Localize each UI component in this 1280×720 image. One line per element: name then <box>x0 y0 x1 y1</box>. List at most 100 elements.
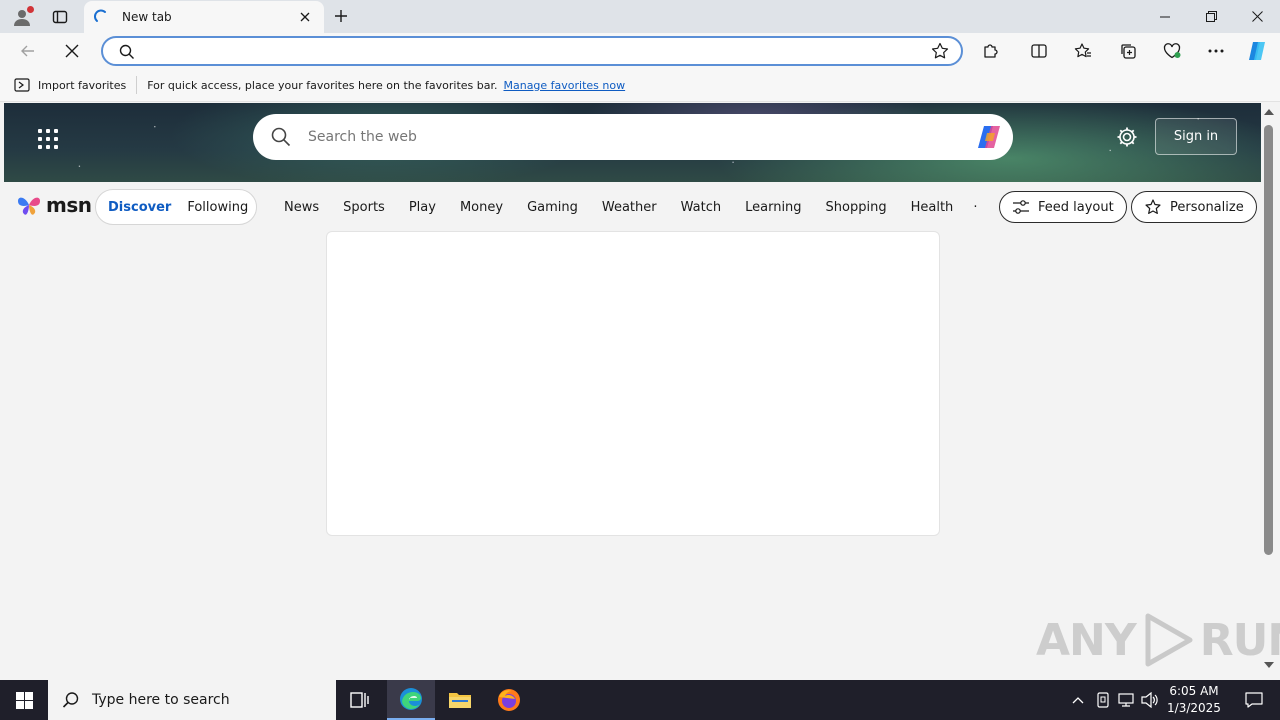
nav-link-learning[interactable]: Learning <box>745 200 801 215</box>
feed-layout-button[interactable]: Feed layout <box>999 191 1127 223</box>
split-screen-button[interactable] <box>1025 37 1053 65</box>
favorites-button[interactable] <box>1069 37 1097 65</box>
favorites-bar: Import favorites For quick access, place… <box>0 69 1280 102</box>
taskbar-edge-app[interactable] <box>387 680 435 720</box>
nav-link-health[interactable]: Health <box>911 200 954 215</box>
address-input[interactable] <box>143 42 923 60</box>
search-icon <box>62 692 79 708</box>
taskbar-clock[interactable]: 6:05 AM 1/3/2025 <box>1160 683 1228 717</box>
close-window-button[interactable] <box>1234 0 1280 33</box>
copilot-icon <box>1249 42 1265 60</box>
nav-link-shopping[interactable]: Shopping <box>826 200 887 215</box>
tab-actions-icon <box>52 10 68 24</box>
nav-link-watch[interactable]: Watch <box>681 200 721 215</box>
nav-link-sports[interactable]: Sports <box>343 200 385 215</box>
import-favorites-label: Import favorites <box>38 78 127 92</box>
web-search-box[interactable] <box>253 114 1013 160</box>
feed-layout-label: Feed layout <box>1038 199 1114 215</box>
windows-taskbar: Type here to search 6:05 AM 1/3/2025 <box>0 680 1280 720</box>
restore-icon <box>1205 11 1217 22</box>
tab-close-button[interactable] <box>296 8 314 26</box>
network-button[interactable] <box>1116 690 1136 710</box>
favorites-hint-text: For quick access, place your favorites h… <box>147 78 498 92</box>
favorite-star-icon[interactable] <box>931 42 949 60</box>
scroll-up-arrow[interactable] <box>1264 109 1274 115</box>
taskbar-file-explorer-app[interactable] <box>436 680 484 720</box>
action-center-button[interactable] <box>1234 680 1274 720</box>
back-button[interactable] <box>14 37 42 65</box>
nav-link-weather[interactable]: Weather <box>602 200 657 215</box>
search-icon <box>271 127 291 147</box>
sliders-icon <box>1013 200 1029 214</box>
clock-date: 1/3/2025 <box>1167 701 1221 715</box>
restore-button[interactable] <box>1188 0 1234 33</box>
show-hidden-icons-button[interactable] <box>1068 690 1088 710</box>
app-launcher-button[interactable] <box>34 125 62 153</box>
firefox-icon <box>498 689 520 711</box>
copilot-button[interactable] <box>1243 37 1271 65</box>
settings-and-more-button[interactable] <box>1202 37 1230 65</box>
device-icon <box>1097 692 1109 708</box>
nav-link-money[interactable]: Money <box>460 200 503 215</box>
folder-icon <box>449 693 471 708</box>
feed-content-card <box>326 231 940 536</box>
web-search-input[interactable] <box>308 127 948 147</box>
msn-logo-text: msn <box>46 193 92 217</box>
personalize-button[interactable]: Personalize <box>1131 191 1257 223</box>
sign-in-button[interactable]: Sign in <box>1155 118 1237 155</box>
split-screen-icon <box>1031 44 1047 58</box>
feed-pill-tabs: Discover Following <box>95 189 257 225</box>
msn-navigation: msn Discover Following News Sports Play … <box>4 182 1261 232</box>
address-bar[interactable] <box>101 36 963 66</box>
back-arrow-icon <box>21 45 34 57</box>
minimize-button[interactable] <box>1142 0 1188 33</box>
manage-favorites-link[interactable]: Manage favorites now <box>503 79 625 92</box>
new-tab-button[interactable] <box>330 4 352 28</box>
star-sparkle-icon <box>1145 199 1161 214</box>
nav-more[interactable]: · <box>973 200 977 215</box>
page-settings-button[interactable] <box>1114 124 1140 150</box>
close-icon <box>300 12 310 22</box>
tab-discover[interactable]: Discover <box>100 200 179 215</box>
stop-loading-button[interactable] <box>58 37 86 65</box>
plus-icon <box>335 10 347 22</box>
tray-device-button[interactable] <box>1093 690 1113 710</box>
close-icon <box>1251 11 1263 22</box>
msn-logo[interactable]: msn <box>16 192 92 218</box>
tab-following[interactable]: Following <box>179 200 256 215</box>
nav-link-play[interactable]: Play <box>409 200 436 215</box>
taskbar-search-box[interactable]: Type here to search <box>48 680 336 720</box>
taskbar-firefox-app[interactable] <box>485 680 533 720</box>
tab-actions-button[interactable] <box>46 4 74 30</box>
task-view-icon <box>350 692 369 708</box>
profile-button[interactable] <box>8 4 36 30</box>
task-view-button[interactable] <box>336 680 384 720</box>
hero-banner: Sign in <box>4 103 1261 182</box>
nav-link-news[interactable]: News <box>284 200 319 215</box>
notification-icon <box>1245 692 1263 708</box>
anyrun-watermark: ANY RUN <box>1036 610 1280 670</box>
nav-link-gaming[interactable]: Gaming <box>527 200 578 215</box>
tab-new-tab[interactable]: New tab <box>84 1 324 33</box>
network-icon <box>1118 693 1134 707</box>
search-icon <box>119 44 134 59</box>
volume-button[interactable] <box>1140 690 1160 710</box>
page-scrollbar[interactable] <box>1261 103 1276 676</box>
watermark-left-text: ANY <box>1036 614 1137 666</box>
browser-essentials-button[interactable] <box>1158 37 1186 65</box>
tab-strip: New tab <box>0 0 1280 33</box>
watermark-right-text: RUN <box>1199 614 1280 666</box>
import-favorites-icon <box>14 78 30 92</box>
start-button[interactable] <box>0 680 48 720</box>
copilot-icon[interactable] <box>975 123 1005 151</box>
scroll-thumb[interactable] <box>1264 125 1273 555</box>
import-favorites-button[interactable]: Import favorites <box>14 76 138 94</box>
msn-butterfly-icon <box>18 197 40 215</box>
collections-button[interactable] <box>1114 37 1142 65</box>
taskbar-search-placeholder: Type here to search <box>92 692 230 708</box>
windows-logo-icon <box>15 691 33 709</box>
extensions-button[interactable] <box>977 37 1005 65</box>
play-triangle-icon <box>1145 613 1193 667</box>
minimize-icon <box>1160 16 1170 17</box>
browser-toolbar <box>0 33 1280 69</box>
